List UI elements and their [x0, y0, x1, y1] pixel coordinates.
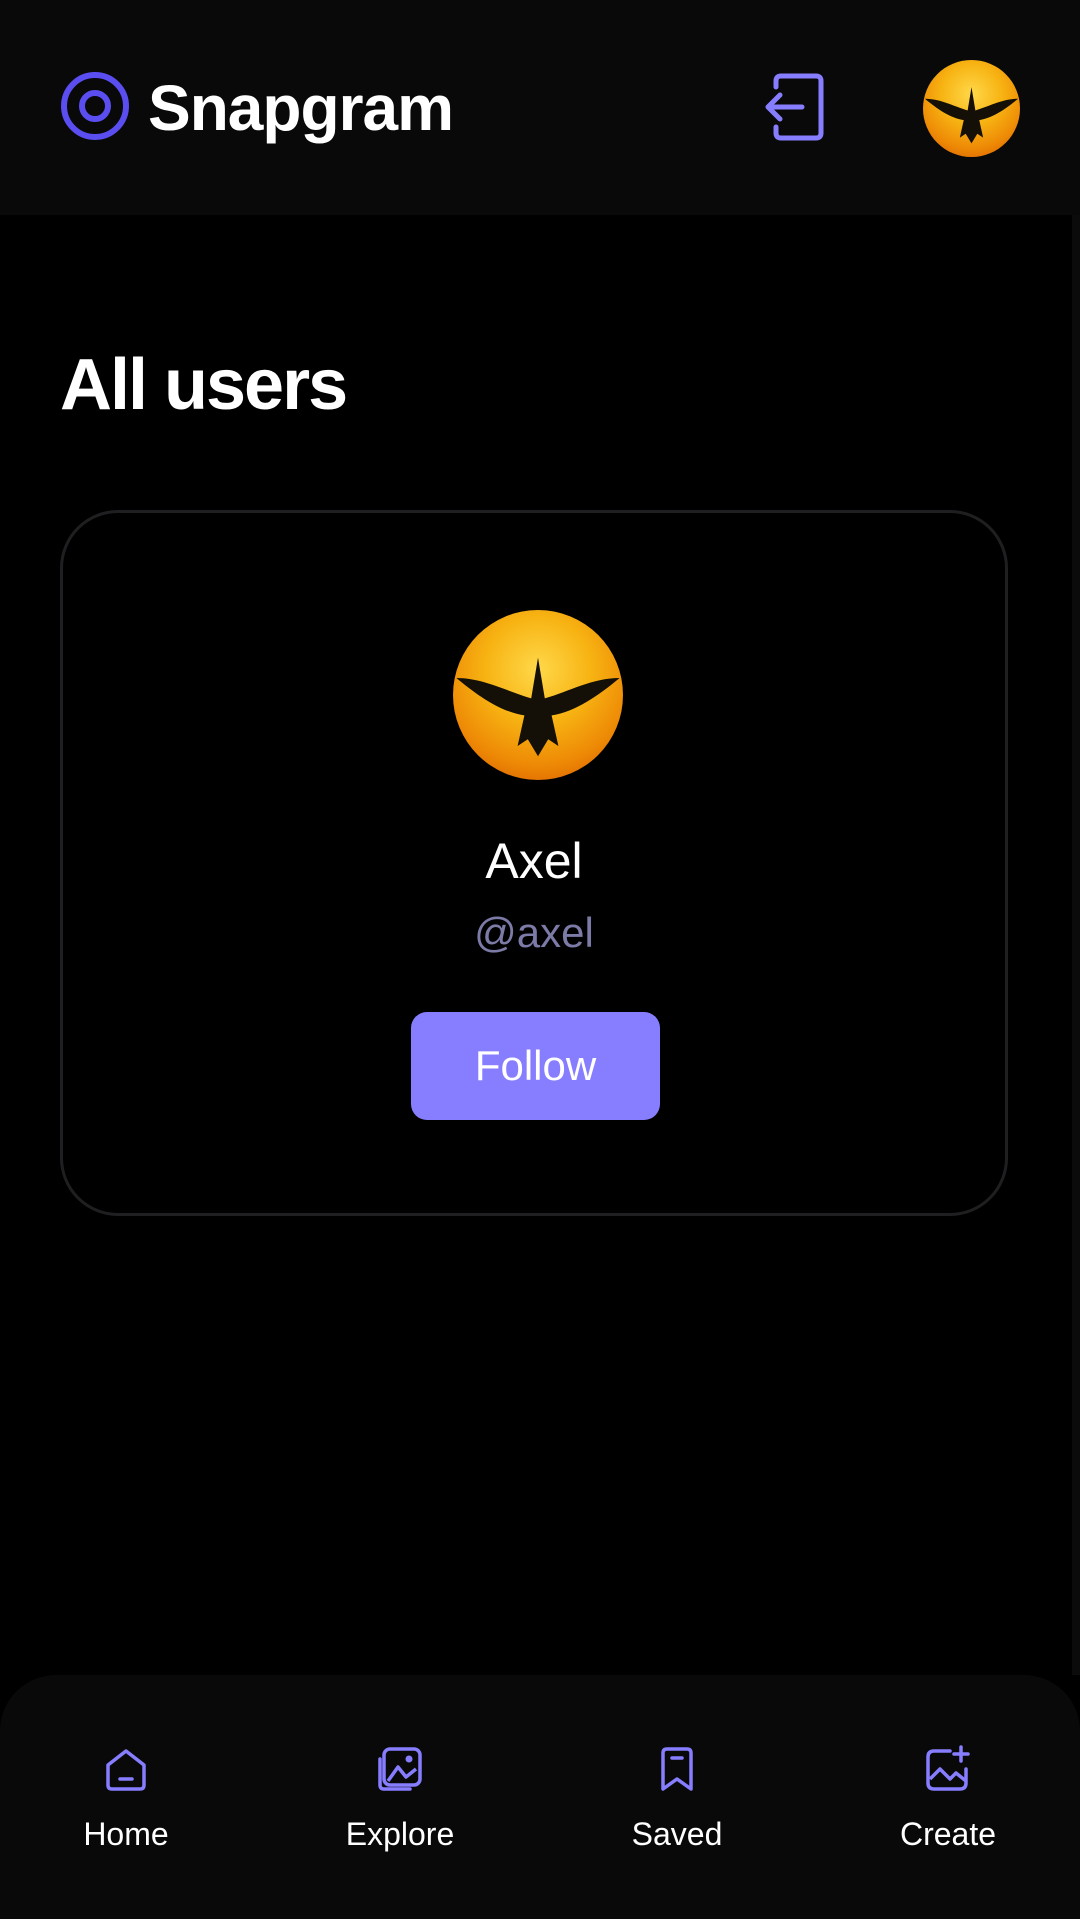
nav-label-create: Create — [899, 1816, 997, 1852]
logout-icon — [762, 73, 824, 146]
bottom-nav: Home Explore Saved Create — [0, 1675, 1080, 1919]
follow-button[interactable]: Follow — [411, 1012, 660, 1120]
user-card: Axel @axel Follow — [60, 510, 1008, 1216]
scrollbar[interactable] — [1072, 215, 1080, 1675]
user-avatar[interactable] — [453, 610, 623, 780]
profile-avatar[interactable] — [923, 60, 1020, 157]
nav-label-home: Home — [83, 1816, 169, 1852]
explore-icon — [376, 1745, 424, 1798]
nav-item-home[interactable]: Home — [36, 1745, 216, 1854]
ring-logo-icon — [60, 71, 130, 146]
top-bar: Snapgram — [0, 0, 1080, 215]
logout-button[interactable] — [758, 73, 828, 146]
page-title: All users — [60, 345, 348, 425]
nav-item-create[interactable]: Create — [858, 1745, 1038, 1854]
user-name[interactable]: Axel — [63, 831, 1005, 891]
user-handle: @axel — [474, 909, 594, 956]
nav-item-saved[interactable]: Saved — [587, 1745, 767, 1854]
nav-label-explore: Explore — [345, 1816, 455, 1852]
brand[interactable]: Snapgram — [60, 70, 454, 146]
home-icon — [102, 1745, 150, 1798]
app-name: Snapgram — [148, 72, 454, 144]
nav-item-explore[interactable]: Explore — [310, 1745, 490, 1854]
bookmark-icon — [653, 1745, 701, 1798]
nav-label-saved: Saved — [631, 1816, 723, 1852]
create-post-icon — [924, 1745, 972, 1798]
